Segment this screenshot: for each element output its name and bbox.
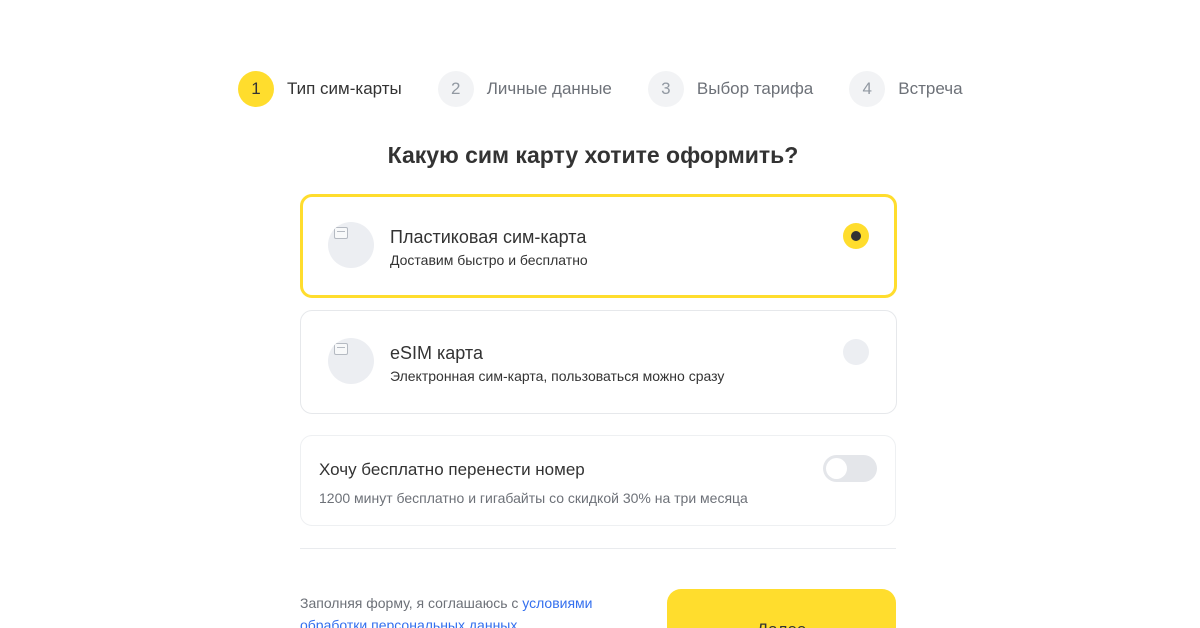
transfer-subtitle: 1200 минут бесплатно и гигабайты со скид…	[319, 490, 748, 506]
divider	[300, 548, 896, 549]
image-placeholder-icon	[328, 222, 374, 268]
consent-prefix: Заполняя форму, я соглашаюсь с	[300, 595, 523, 611]
page: 1 Тип сим-карты 2 Личные данные 3 Выбор …	[0, 0, 1200, 628]
transfer-title: Хочу бесплатно перенести номер	[319, 460, 585, 479]
number-transfer-box: Хочу бесплатно перенести номер 1200 мину…	[300, 435, 896, 526]
option-esim[interactable]: eSIM карта Электронная сим-карта, пользо…	[300, 310, 897, 414]
toggle-knob	[826, 458, 847, 479]
step-label: Тип сим-карты	[287, 79, 402, 98]
next-button[interactable]: Далее	[667, 589, 896, 628]
step-sim-type[interactable]: 1 Тип сим-карты	[238, 71, 402, 107]
step-number: 3	[647, 71, 684, 107]
consent-text: Заполняя форму, я соглашаюсь с условиями…	[300, 592, 630, 628]
image-placeholder-icon	[328, 338, 374, 384]
option-radio[interactable]	[843, 339, 869, 365]
option-title: eSIM карта	[390, 343, 483, 363]
step-personal-data[interactable]: 2 Личные данные	[437, 71, 612, 107]
radio-dot	[851, 231, 861, 241]
step-label: Личные данные	[486, 79, 612, 98]
step-number: 1	[238, 71, 274, 107]
step-number: 4	[849, 71, 886, 107]
page-title: Какую сим карту хотите оформить?	[387, 142, 799, 168]
option-subtitle: Доставим быстро и бесплатно	[390, 252, 588, 268]
option-subtitle: Электронная сим-карта, пользоваться можн…	[390, 368, 725, 384]
stepper: 1 Тип сим-карты 2 Личные данные 3 Выбор …	[238, 71, 963, 107]
step-meeting[interactable]: 4 Встреча	[849, 71, 963, 107]
option-plastic-sim[interactable]: Пластиковая сим-карта Доставим быстро и …	[300, 194, 897, 298]
step-number: 2	[437, 71, 474, 107]
option-radio-selected[interactable]	[843, 223, 869, 249]
option-title: Пластиковая сим-карта	[390, 227, 587, 247]
step-tariff[interactable]: 3 Выбор тарифа	[647, 71, 814, 107]
step-label: Выбор тарифа	[696, 79, 814, 98]
step-label: Встреча	[898, 79, 963, 98]
transfer-toggle[interactable]	[823, 455, 877, 482]
